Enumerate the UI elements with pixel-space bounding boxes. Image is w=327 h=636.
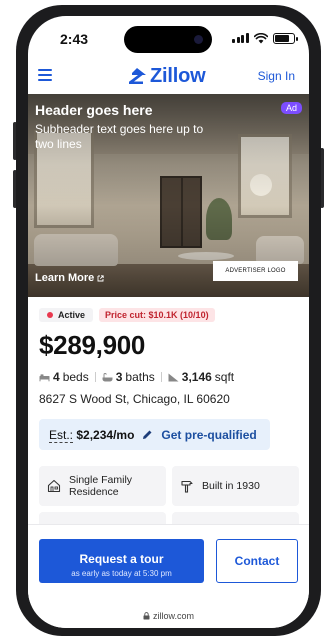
listing-address: 8627 S Wood St, Chicago, IL 60620 [39, 392, 230, 406]
dynamic-island [124, 26, 212, 53]
request-tour-label: Request a tour [79, 551, 164, 566]
zillow-logo-icon [129, 68, 146, 84]
fact-card-text: Built in 1930 [202, 480, 260, 492]
sqft-value: 3,146 [181, 370, 212, 384]
area-icon [168, 373, 179, 381]
listing-price: $289,900 [39, 330, 146, 360]
beds-value: 4 [53, 370, 60, 384]
logo-text: Zillow [150, 64, 206, 87]
baths-value: 3 [115, 370, 123, 384]
baths-label: baths [125, 370, 155, 384]
advertiser-logo[interactable]: ADVERTISER LOGO [213, 261, 298, 281]
fact-divider [160, 372, 162, 382]
ad-badge: Ad [281, 102, 303, 114]
status-icons [232, 32, 298, 44]
browser-url: zillow.com [152, 611, 194, 621]
prequal-banner[interactable]: Est.: $2,234/mo Get pre-qualified [39, 419, 270, 450]
monthly-estimate[interactable]: Est.: $2,234/mo [49, 427, 135, 443]
estimate-value: $2,234/mo [76, 427, 135, 442]
pencil-icon [143, 430, 152, 439]
ad-learn-more-link[interactable]: Learn More [35, 272, 104, 284]
phone-screen: 2:43 Zillow Sign In Header goes here Sub… [28, 16, 309, 628]
fact-card-text: Single Family Residence [69, 474, 133, 498]
top-nav: Zillow Sign In [28, 60, 309, 94]
bath-icon [102, 372, 113, 381]
ad-subheader: Subheader text goes here up to two lines [35, 122, 204, 151]
external-link-icon [97, 274, 104, 281]
listing-facts: 4 beds 3 baths 3,146 sqft [39, 370, 234, 384]
fact-card-year-built: Built in 1930 [172, 466, 299, 506]
bottom-action-bar: Request a tour as early as today at 5:30… [28, 524, 309, 628]
beds-label: beds [62, 370, 89, 384]
status-dot-icon [47, 312, 53, 318]
sqft-label: sqft [214, 370, 235, 384]
battery-icon [272, 32, 298, 44]
beds-fact: 4 beds [39, 370, 89, 384]
battery-fill [274, 34, 289, 42]
contact-button[interactable]: Contact [216, 539, 298, 583]
request-tour-button[interactable]: Request a tour as early as today at 5:30… [39, 539, 204, 583]
hamburger-menu-icon[interactable] [38, 69, 52, 81]
ad-learn-more-label: Learn More [35, 272, 95, 284]
sqft-fact: 3,146 sqft [168, 370, 234, 384]
cellular-signal-icon [232, 33, 249, 43]
fact-divider [94, 372, 96, 382]
camera-icon [194, 35, 203, 44]
estimate-label: Est.: [49, 427, 74, 443]
status-time: 2:43 [60, 31, 89, 47]
fact-card-home-type: Single Family Residence [39, 466, 166, 506]
hammer-icon [181, 480, 193, 493]
house-icon [47, 479, 61, 493]
sign-in-link[interactable]: Sign In [258, 69, 295, 83]
zillow-logo[interactable]: Zillow [127, 64, 206, 88]
listing-tags: Active Price cut: $10.1K (10/10) [39, 308, 215, 322]
price-cut-badge: Price cut: $10.1K (10/10) [99, 308, 215, 322]
status-badge: Active [39, 308, 94, 322]
bed-icon [39, 373, 50, 381]
get-prequalified-link[interactable]: Get pre-qualified [161, 428, 256, 442]
browser-url-bar[interactable]: zillow.com [28, 611, 309, 621]
baths-fact: 3 baths [102, 370, 155, 384]
wifi-icon [253, 32, 268, 43]
request-tour-sublabel: as early as today at 5:30 pm [71, 568, 172, 578]
ad-header: Header goes here [35, 102, 153, 118]
ad-banner[interactable]: Header goes here Subheader text goes her… [28, 94, 309, 297]
status-label: Active [58, 310, 86, 320]
lock-icon [143, 612, 150, 620]
status-bar: 2:43 [28, 16, 309, 60]
